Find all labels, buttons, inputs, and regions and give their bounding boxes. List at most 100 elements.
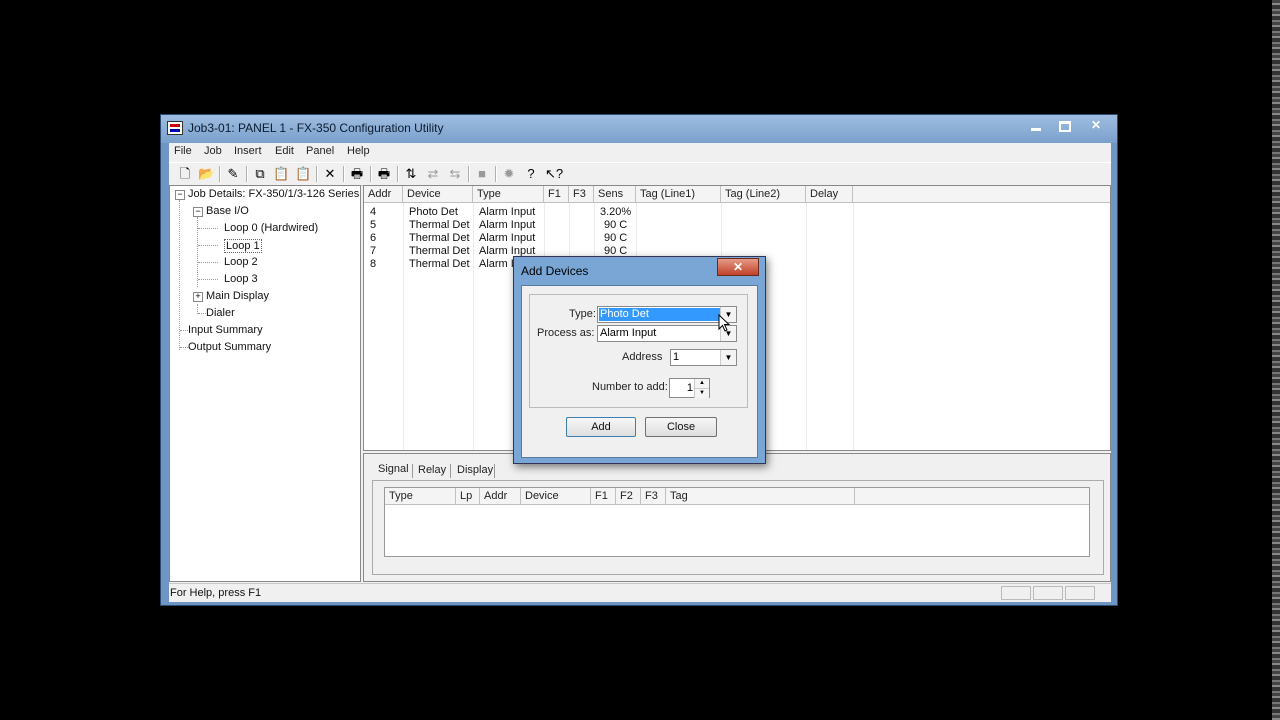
tree-loop-2[interactable]: Loop 2 xyxy=(224,256,258,268)
col-type[interactable]: Type xyxy=(473,186,544,202)
print-preview-icon[interactable]: 🖶 xyxy=(376,166,392,182)
toolbar: 🗋 📂 ✎ ⧉ 📋 📋 ✕ 🖶 🖶 ⇅ ⇄ ⇆ ■ ✹ ? ↖? xyxy=(169,162,1111,186)
add-button[interactable]: Add xyxy=(566,417,636,437)
tab-display[interactable]: Display xyxy=(457,464,493,476)
spin-up-icon[interactable]: ▲ xyxy=(694,379,709,388)
tree-loop-3[interactable]: Loop 3 xyxy=(224,273,258,285)
process-as-select[interactable]: Alarm Input ▼ xyxy=(597,325,737,342)
tab-separator xyxy=(494,464,495,478)
spin-down-icon[interactable]: ▼ xyxy=(694,388,709,398)
stop-icon[interactable]: ■ xyxy=(474,166,490,182)
outputs-panel: Signal Relay Display Type Lp Addr Device… xyxy=(363,453,1111,582)
maximize-button[interactable] xyxy=(1051,117,1077,135)
col-tag-line1[interactable]: Tag (Line1) xyxy=(636,186,721,202)
col-addr[interactable]: Addr xyxy=(480,488,521,504)
dialog-close-icon[interactable]: ✕ xyxy=(717,258,759,276)
paste-special-icon[interactable]: 📋 xyxy=(295,166,311,182)
transfer-icon[interactable]: ⇆ xyxy=(447,166,463,182)
add-devices-dialog: Add Devices ✕ Type: Photo Det ▼ Process … xyxy=(513,256,766,464)
expand-icon[interactable]: + xyxy=(193,292,203,302)
col-tag-line2[interactable]: Tag (Line2) xyxy=(721,186,806,202)
col-type[interactable]: Type xyxy=(385,488,456,504)
menu-job[interactable]: Job xyxy=(204,145,222,157)
grid-line xyxy=(473,203,474,450)
settings-icon[interactable]: ✹ xyxy=(501,166,517,182)
tab-signal[interactable]: Signal xyxy=(378,463,409,475)
menu-bar: File Job Insert Edit Panel Help xyxy=(169,143,1111,161)
chevron-down-icon[interactable]: ▼ xyxy=(720,350,736,365)
new-icon[interactable]: 🗋 xyxy=(177,166,193,182)
status-pane xyxy=(1065,586,1095,600)
tree-job-details[interactable]: Job Details: FX-350/1/3-126 Series xyxy=(188,188,359,200)
cell-addr: 7 xyxy=(370,245,377,257)
job-tree[interactable]: − Job Details: FX-350/1/3-126 Series − B… xyxy=(169,185,361,582)
col-delay[interactable]: Delay xyxy=(806,186,853,202)
number-to-add-value: 1 xyxy=(686,382,693,394)
tree-base-io[interactable]: Base I/O xyxy=(206,205,249,217)
collapse-icon[interactable]: − xyxy=(175,190,185,200)
cell-type: Alarm Input xyxy=(479,219,536,231)
type-value: Photo Det xyxy=(599,308,720,321)
col-sens[interactable]: Sens xyxy=(594,186,636,202)
cell-type: Alarm Input xyxy=(479,206,536,218)
tree-dialer[interactable]: Dialer xyxy=(206,307,235,319)
paste-icon[interactable]: 📋 xyxy=(273,166,289,182)
edit-icon[interactable]: ✎ xyxy=(225,166,241,182)
cell-device: Photo Det xyxy=(409,206,458,218)
grid-line xyxy=(806,203,807,450)
col-f1[interactable]: F1 xyxy=(544,186,569,202)
close-button[interactable]: Close xyxy=(645,417,717,437)
col-lp[interactable]: Lp xyxy=(456,488,480,504)
col-f3[interactable]: F3 xyxy=(641,488,666,504)
delete-icon[interactable]: ✕ xyxy=(322,166,338,182)
app-icon[interactable] xyxy=(167,121,183,135)
toolbar-separator xyxy=(397,166,399,182)
help-icon[interactable]: ? xyxy=(523,166,539,182)
cell-device: Thermal Det xyxy=(409,219,470,231)
type-select[interactable]: Photo Det ▼ xyxy=(597,306,737,323)
tab-separator xyxy=(412,464,413,478)
cell-sens: 90 C xyxy=(604,219,628,231)
tree-line xyxy=(179,200,180,350)
menu-panel[interactable]: Panel xyxy=(306,145,334,157)
window-title: Job3-01: PANEL 1 - FX-350 Configuration … xyxy=(188,121,444,135)
col-addr[interactable]: Addr xyxy=(364,186,403,202)
screen-edge-artifact xyxy=(1272,0,1280,720)
print-icon[interactable]: 🖶 xyxy=(349,166,365,182)
col-f2[interactable]: F2 xyxy=(616,488,641,504)
address-select[interactable]: 1 ▼ xyxy=(670,349,737,366)
address-value: 1 xyxy=(673,351,680,363)
col-f3[interactable]: F3 xyxy=(569,186,594,202)
menu-edit[interactable]: Edit xyxy=(275,145,294,157)
upload-icon[interactable]: ⇄ xyxy=(425,166,441,182)
context-help-icon[interactable]: ↖? xyxy=(545,166,563,182)
tree-loop-0[interactable]: Loop 0 (Hardwired) xyxy=(224,222,318,234)
download-icon[interactable]: ⇅ xyxy=(403,166,419,182)
menu-help[interactable]: Help xyxy=(347,145,370,157)
tree-loop-1[interactable]: Loop 1 xyxy=(224,239,262,253)
col-device[interactable]: Device xyxy=(403,186,473,202)
minimize-button[interactable] xyxy=(1023,117,1049,135)
dialog-title: Add Devices xyxy=(521,264,589,278)
process-as-value: Alarm Input xyxy=(600,327,657,339)
tree-main-display[interactable]: Main Display xyxy=(206,290,269,302)
col-device[interactable]: Device xyxy=(521,488,591,504)
menu-file[interactable]: File xyxy=(174,145,192,157)
tree-line xyxy=(198,279,218,280)
mouse-cursor-icon xyxy=(718,314,731,332)
title-bar[interactable]: Job3-01: PANEL 1 - FX-350 Configuration … xyxy=(161,115,1117,143)
col-tag[interactable]: Tag xyxy=(666,488,855,504)
address-label: Address xyxy=(622,351,663,363)
close-button[interactable]: ✕ xyxy=(1079,117,1113,135)
tab-relay[interactable]: Relay xyxy=(418,464,446,476)
menu-insert[interactable]: Insert xyxy=(234,145,262,157)
status-pane xyxy=(1033,586,1063,600)
open-icon[interactable]: 📂 xyxy=(198,166,214,182)
col-f1[interactable]: F1 xyxy=(591,488,616,504)
tree-input-summary[interactable]: Input Summary xyxy=(188,324,263,336)
copy-icon[interactable]: ⧉ xyxy=(252,166,268,182)
number-to-add-stepper[interactable]: 1 ▲ ▼ xyxy=(669,378,710,398)
signal-grid[interactable]: Type Lp Addr Device F1 F2 F3 Tag xyxy=(384,487,1090,557)
tree-output-summary[interactable]: Output Summary xyxy=(188,341,271,353)
collapse-icon[interactable]: − xyxy=(193,207,203,217)
